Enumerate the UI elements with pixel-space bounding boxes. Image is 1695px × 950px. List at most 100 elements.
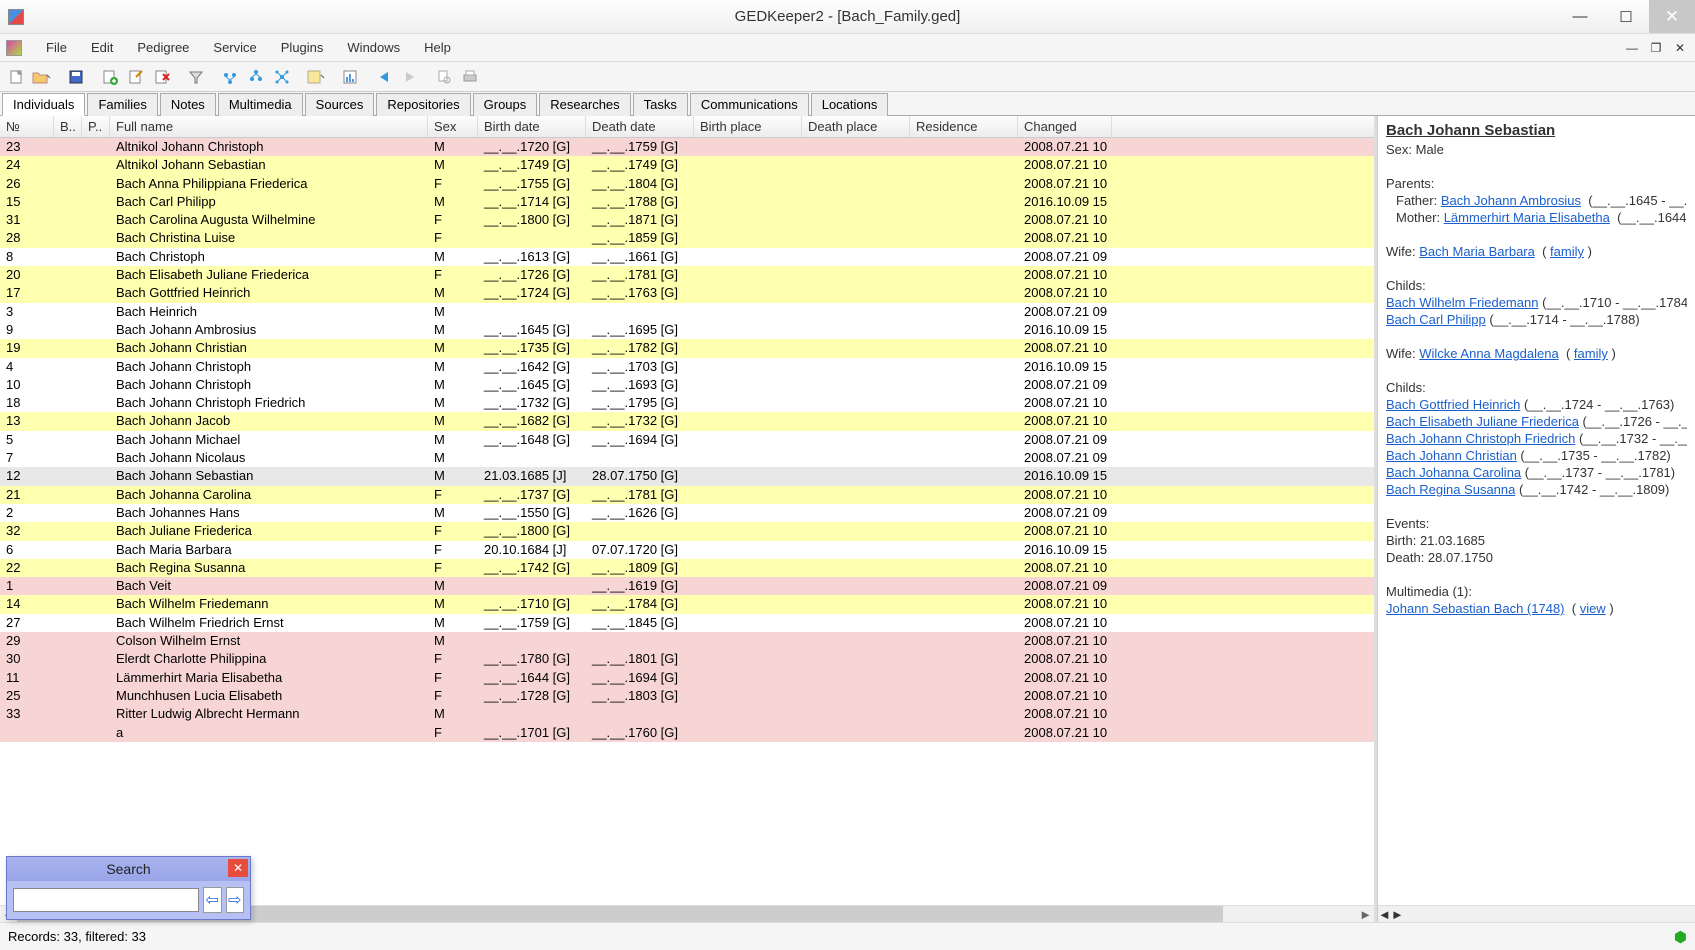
table-row[interactable]: 28Bach Christina LuiseF__.__.1859 [G]200… (0, 229, 1374, 247)
delete-record-icon[interactable] (150, 65, 174, 89)
table-row[interactable]: aF__.__.1701 [G]__.__.1760 [G]2008.07.21… (0, 724, 1374, 742)
scroll-left-icon[interactable]: ◄ (1378, 907, 1391, 922)
table-row[interactable]: 11Lämmerhirt Maria ElisabethaF__.__.1644… (0, 669, 1374, 687)
tree-both-icon[interactable] (270, 65, 294, 89)
table-row[interactable]: 8Bach ChristophM__.__.1613 [G]__.__.1661… (0, 248, 1374, 266)
table-row[interactable]: 21Bach Johanna CarolinaF__.__.1737 [G]__… (0, 486, 1374, 504)
column-header[interactable]: P.. (82, 116, 110, 137)
tab-groups[interactable]: Groups (473, 93, 538, 116)
child-link[interactable]: Bach Wilhelm Friedemann (1386, 295, 1538, 310)
table-row[interactable]: 9Bach Johann AmbrosiusM__.__.1645 [G]__.… (0, 321, 1374, 339)
tree-ancestors-icon[interactable] (218, 65, 242, 89)
new-file-icon[interactable] (4, 65, 28, 89)
tab-sources[interactable]: Sources (305, 93, 375, 116)
scroll-right-icon[interactable]: ► (1357, 906, 1374, 923)
wife2-link[interactable]: Wilcke Anna Magdalena (1419, 346, 1558, 361)
tab-individuals[interactable]: Individuals (2, 93, 85, 116)
stats-icon[interactable] (338, 65, 362, 89)
table-row[interactable]: 14Bach Wilhelm FriedemannM__.__.1710 [G]… (0, 595, 1374, 613)
print-icon[interactable] (458, 65, 482, 89)
menu-help[interactable]: Help (412, 36, 463, 59)
table-row[interactable]: 5Bach Johann MichaelM__.__.1648 [G]__.__… (0, 431, 1374, 449)
column-header[interactable]: Changed (1018, 116, 1112, 137)
tab-researches[interactable]: Researches (539, 93, 630, 116)
tab-repositories[interactable]: Repositories (376, 93, 470, 116)
tab-communications[interactable]: Communications (690, 93, 809, 116)
table-row[interactable]: 24Altnikol Johann SebastianM__.__.1749 [… (0, 156, 1374, 174)
table-row[interactable]: 22Bach Regina SusannaF__.__.1742 [G]__._… (0, 559, 1374, 577)
search-prev-button[interactable]: ⇦ (203, 887, 222, 913)
mother-link[interactable]: Lämmerhirt Maria Elisabetha (1444, 210, 1610, 225)
column-header[interactable]: Full name (110, 116, 428, 137)
add-record-icon[interactable] (98, 65, 122, 89)
tab-families[interactable]: Families (87, 93, 157, 116)
table-row[interactable]: 30Elerdt Charlotte PhilippinaF__.__.1780… (0, 650, 1374, 668)
tab-notes[interactable]: Notes (160, 93, 216, 116)
search-input[interactable] (13, 888, 199, 912)
menu-service[interactable]: Service (201, 36, 268, 59)
search-close-button[interactable]: ✕ (228, 859, 248, 877)
child-link[interactable]: Bach Carl Philipp (1386, 312, 1486, 327)
table-row[interactable]: 12Bach Johann SebastianM21.03.1685 [J]28… (0, 467, 1374, 485)
table-row[interactable]: 23Altnikol Johann ChristophM__.__.1720 [… (0, 138, 1374, 156)
table-row[interactable]: 18Bach Johann Christoph FriedrichM__.__.… (0, 394, 1374, 412)
column-header[interactable]: Sex (428, 116, 478, 137)
table-row[interactable]: 33Ritter Ludwig Albrecht HermannM2008.07… (0, 705, 1374, 723)
column-header[interactable]: Death date (586, 116, 694, 137)
filter-icon[interactable] (184, 65, 208, 89)
child-link[interactable]: Bach Johanna Carolina (1386, 465, 1521, 480)
child-link[interactable]: Bach Regina Susanna (1386, 482, 1515, 497)
wife1-link[interactable]: Bach Maria Barbara (1419, 244, 1535, 259)
minimize-button[interactable]: — (1557, 0, 1603, 33)
mdi-restore-button[interactable]: ❐ (1645, 39, 1667, 57)
nav-forward-icon[interactable] (398, 65, 422, 89)
column-header[interactable]: Residence (910, 116, 1018, 137)
table-row[interactable]: 4Bach Johann ChristophM__.__.1642 [G]__.… (0, 358, 1374, 376)
save-icon[interactable] (64, 65, 88, 89)
maximize-button[interactable]: ☐ (1603, 0, 1649, 33)
child-link[interactable]: Bach Johann Christian (1386, 448, 1517, 463)
table-row[interactable]: 6Bach Maria BarbaraF20.10.1684 [J]07.07.… (0, 541, 1374, 559)
father-link[interactable]: Bach Johann Ambrosius (1441, 193, 1581, 208)
child-link[interactable]: Bach Gottfried Heinrich (1386, 397, 1520, 412)
scroll-right-icon[interactable]: ► (1391, 907, 1404, 922)
print-preview-icon[interactable] (432, 65, 456, 89)
table-row[interactable]: 26Bach Anna Philippiana FriedericaF__.__… (0, 175, 1374, 193)
menu-pedigree[interactable]: Pedigree (125, 36, 201, 59)
edit-record-icon[interactable] (124, 65, 148, 89)
table-row[interactable]: 31Bach Carolina Augusta WilhelmineF__.__… (0, 211, 1374, 229)
menu-plugins[interactable]: Plugins (269, 36, 336, 59)
table-row[interactable]: 27Bach Wilhelm Friedrich ErnstM__.__.175… (0, 614, 1374, 632)
pedigree-icon[interactable] (304, 65, 328, 89)
table-row[interactable]: 13Bach Johann JacobM__.__.1682 [G]__.__.… (0, 412, 1374, 430)
menu-windows[interactable]: Windows (335, 36, 412, 59)
tab-tasks[interactable]: Tasks (633, 93, 688, 116)
table-row[interactable]: 20Bach Elisabeth Juliane FriedericaF__._… (0, 266, 1374, 284)
menu-file[interactable]: File (34, 36, 79, 59)
table-row[interactable]: 3Bach HeinrichM2008.07.21 09 (0, 303, 1374, 321)
tab-locations[interactable]: Locations (811, 93, 889, 116)
close-button[interactable]: ✕ (1649, 0, 1695, 33)
table-row[interactable]: 1Bach VeitM__.__.1619 [G]2008.07.21 09 (0, 577, 1374, 595)
multimedia-link[interactable]: Johann Sebastian Bach (1748) (1386, 601, 1565, 616)
table-row[interactable]: 15Bach Carl PhilippM__.__.1714 [G]__.__.… (0, 193, 1374, 211)
open-file-icon[interactable] (30, 65, 54, 89)
column-header[interactable]: Birth date (478, 116, 586, 137)
child-link[interactable]: Bach Elisabeth Juliane Friederica (1386, 414, 1579, 429)
mdi-minimize-button[interactable]: — (1621, 39, 1643, 57)
family1-link[interactable]: family (1550, 244, 1584, 259)
sidebar-scrollbar[interactable]: ◄ ► (1378, 905, 1695, 922)
column-header[interactable]: B.. (54, 116, 82, 137)
tree-descendants-icon[interactable] (244, 65, 268, 89)
table-row[interactable]: 19Bach Johann ChristianM__.__.1735 [G]__… (0, 339, 1374, 357)
column-header[interactable]: Birth place (694, 116, 802, 137)
family2-link[interactable]: family (1574, 346, 1608, 361)
column-header[interactable]: Death place (802, 116, 910, 137)
nav-back-icon[interactable] (372, 65, 396, 89)
column-header[interactable]: № (0, 116, 54, 137)
table-row[interactable]: 29Colson Wilhelm ErnstM2008.07.21 10 (0, 632, 1374, 650)
table-row[interactable]: 17Bach Gottfried HeinrichM__.__.1724 [G]… (0, 284, 1374, 302)
mdi-close-button[interactable]: ✕ (1669, 39, 1691, 57)
search-next-button[interactable]: ⇨ (226, 887, 245, 913)
table-row[interactable]: 7Bach Johann NicolausM2008.07.21 09 (0, 449, 1374, 467)
